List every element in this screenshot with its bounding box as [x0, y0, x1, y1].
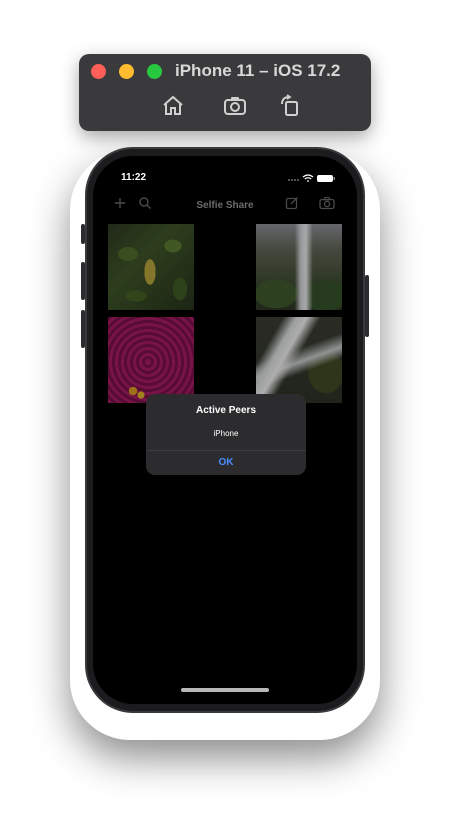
status-icons: [288, 174, 335, 182]
minimize-window-button[interactable]: [119, 64, 134, 79]
home-icon[interactable]: [160, 94, 186, 118]
phone-screen: 11:22 Selfie Share Active Peers iPhone O…: [93, 156, 357, 704]
volume-up-button: [81, 262, 85, 300]
cellular-icon: [288, 179, 299, 181]
navigation-bar: Selfie Share: [93, 196, 357, 218]
home-indicator[interactable]: [181, 688, 269, 692]
ok-button[interactable]: OK: [146, 451, 306, 475]
simulator-title: iPhone 11 – iOS 17.2: [175, 61, 341, 80]
alert-message: iPhone: [213, 429, 239, 438]
simulator-toolbar: iPhone 11 – iOS 17.2: [79, 54, 371, 131]
wifi-icon: [302, 174, 314, 180]
active-peers-alert: Active Peers iPhone OK: [146, 394, 306, 475]
photo-rapids[interactable]: [256, 317, 342, 403]
photo-leaves[interactable]: [108, 224, 194, 310]
compose-icon[interactable]: [285, 196, 299, 210]
rotate-icon[interactable]: [277, 94, 303, 118]
mute-switch: [81, 224, 85, 244]
photo-pink-flowers[interactable]: [108, 317, 194, 403]
nav-title: Selfie Share: [196, 200, 254, 211]
screenshot-icon[interactable]: [222, 94, 248, 118]
photo-waterfall[interactable]: [256, 224, 342, 310]
power-button: [365, 275, 369, 337]
close-window-button[interactable]: [91, 64, 106, 79]
status-time: 11:22: [121, 172, 147, 183]
camera-icon[interactable]: [319, 196, 335, 210]
volume-down-button: [81, 310, 85, 348]
battery-icon: [317, 175, 335, 182]
alert-title: Active Peers: [195, 405, 257, 416]
zoom-window-button[interactable]: [147, 64, 162, 79]
